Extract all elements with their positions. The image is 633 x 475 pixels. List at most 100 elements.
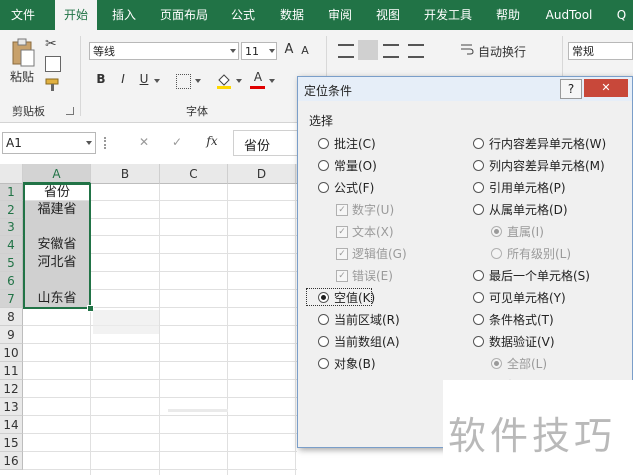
column-header-d[interactable]: D <box>228 164 296 184</box>
tab-review[interactable]: 审阅 <box>320 0 360 30</box>
borders-icon[interactable] <box>176 74 191 89</box>
row-header-2[interactable]: 2 <box>0 201 23 219</box>
radio-button[interactable] <box>473 138 484 149</box>
font-name-dropdown-icon[interactable] <box>230 49 236 53</box>
name-box[interactable]: A1 <box>2 132 96 154</box>
fill-color-icon[interactable] <box>216 72 232 90</box>
option-label[interactable]: 数据验证(V) <box>489 333 555 350</box>
paste-icon[interactable] <box>10 38 36 68</box>
tab-formulas[interactable]: 公式 <box>223 0 263 30</box>
tab-tell-me[interactable]: Q <box>610 0 633 30</box>
tab-file[interactable]: 文件 <box>0 0 46 30</box>
cell-a7[interactable]: 山东省 <box>23 290 91 308</box>
column-header-c[interactable]: C <box>160 164 228 184</box>
enter-entry-button[interactable]: ✓ <box>170 135 184 149</box>
tab-audtool[interactable]: AudTool <box>538 0 600 30</box>
cell-a5[interactable]: 河北省 <box>23 254 91 272</box>
option-label[interactable]: 当前区域(R) <box>334 311 400 328</box>
borders-dropdown-icon[interactable] <box>195 79 201 83</box>
cell-a2[interactable]: 福建省 <box>23 201 91 219</box>
cell-a1[interactable]: 省份 <box>23 184 91 201</box>
cell-a4[interactable]: 安徽省 <box>23 236 91 254</box>
wrap-text-icon[interactable] <box>460 42 474 56</box>
row-header-9[interactable]: 9 <box>0 326 23 344</box>
number-format-box[interactable]: 常规 <box>568 42 633 60</box>
select-all-corner[interactable] <box>0 164 23 184</box>
row-header-6[interactable]: 6 <box>0 272 23 290</box>
dialog-title-bar[interactable]: 定位条件 ? ✕ <box>298 77 632 101</box>
paste-button[interactable]: 粘贴 <box>10 68 34 85</box>
option-label[interactable]: 公式(F) <box>334 179 374 196</box>
bottom-align-icon[interactable] <box>383 44 399 58</box>
font-size-dropdown-icon[interactable] <box>269 49 275 53</box>
tab-data[interactable]: 数据 <box>272 0 312 30</box>
tab-view[interactable]: 视图 <box>368 0 408 30</box>
fill-color-dropdown-icon[interactable] <box>236 79 242 83</box>
cell-a3[interactable] <box>23 219 91 236</box>
radio-button[interactable] <box>318 314 329 325</box>
radio-button[interactable] <box>318 160 329 171</box>
tab-developer[interactable]: 开发工具 <box>416 0 480 30</box>
radio-button[interactable] <box>318 182 329 193</box>
shrink-font-button[interactable]: A <box>300 44 310 57</box>
radio-button[interactable] <box>473 292 484 303</box>
font-color-button[interactable]: A <box>251 70 265 84</box>
option-label[interactable]: 当前数组(A) <box>334 333 400 350</box>
cancel-entry-button[interactable]: ✕ <box>138 135 150 149</box>
tab-page-layout[interactable]: 页面布局 <box>152 0 216 30</box>
tab-insert[interactable]: 插入 <box>104 0 144 30</box>
row-header-16[interactable]: 16 <box>0 452 23 470</box>
close-button[interactable]: ✕ <box>584 79 628 97</box>
row-header-4[interactable]: 4 <box>0 236 23 254</box>
option-label[interactable]: 最后一个单元格(S) <box>489 267 590 284</box>
row-header-3[interactable]: 3 <box>0 219 23 236</box>
tab-home[interactable]: 开始 <box>55 0 97 32</box>
bold-button[interactable]: B <box>95 72 107 86</box>
insert-function-button[interactable]: fx <box>204 134 220 148</box>
radio-button[interactable] <box>473 336 484 347</box>
option-label[interactable]: 从属单元格(D) <box>489 201 568 218</box>
row-header-11[interactable]: 11 <box>0 362 23 380</box>
option-label[interactable]: 引用单元格(P) <box>489 179 566 196</box>
clipboard-launcher-icon[interactable] <box>66 107 74 115</box>
row-header-13[interactable]: 13 <box>0 398 23 416</box>
option-label[interactable]: 常量(O) <box>334 157 377 174</box>
option-label[interactable]: 可见单元格(Y) <box>489 289 566 306</box>
top-align-icon[interactable] <box>338 44 354 58</box>
grow-font-button[interactable]: A <box>283 42 295 57</box>
cell-a6[interactable] <box>23 272 91 290</box>
row-header-12[interactable]: 12 <box>0 380 23 398</box>
radio-button[interactable] <box>318 336 329 347</box>
font-color-dropdown-icon[interactable] <box>269 79 275 83</box>
radio-button[interactable] <box>473 204 484 215</box>
option-label[interactable]: 对象(B) <box>334 355 376 372</box>
row-header-10[interactable]: 10 <box>0 344 23 362</box>
italic-button[interactable]: I <box>117 72 129 86</box>
radio-button[interactable] <box>473 270 484 281</box>
radio-button[interactable] <box>473 314 484 325</box>
row-header-7[interactable]: 7 <box>0 290 23 308</box>
underline-button[interactable]: U <box>138 72 150 86</box>
radio-button[interactable] <box>473 160 484 171</box>
help-button[interactable]: ? <box>560 79 582 99</box>
copy-icon[interactable] <box>45 56 61 72</box>
row-header-1[interactable]: 1 <box>0 184 23 201</box>
row-header-8[interactable]: 8 <box>0 308 23 326</box>
orientation-icon[interactable] <box>408 44 424 58</box>
row-header-15[interactable]: 15 <box>0 434 23 452</box>
name-box-dropdown-icon[interactable] <box>86 141 92 145</box>
radio-button[interactable] <box>473 182 484 193</box>
middle-align-icon[interactable] <box>358 40 378 60</box>
radio-button[interactable] <box>318 138 329 149</box>
option-label[interactable]: 行内容差异单元格(W) <box>489 135 606 152</box>
row-header-5[interactable]: 5 <box>0 254 23 272</box>
column-header-b[interactable]: B <box>91 164 160 184</box>
option-label[interactable]: 条件格式(T) <box>489 311 554 328</box>
column-header-a[interactable]: A <box>23 164 91 184</box>
font-name-box[interactable]: 等线 <box>89 42 239 60</box>
option-label[interactable]: 列内容差异单元格(M) <box>489 157 605 174</box>
row-header-14[interactable]: 14 <box>0 416 23 434</box>
underline-dropdown-icon[interactable] <box>154 79 160 83</box>
radio-button[interactable] <box>318 358 329 369</box>
wrap-text-button[interactable]: 自动换行 <box>478 43 526 60</box>
